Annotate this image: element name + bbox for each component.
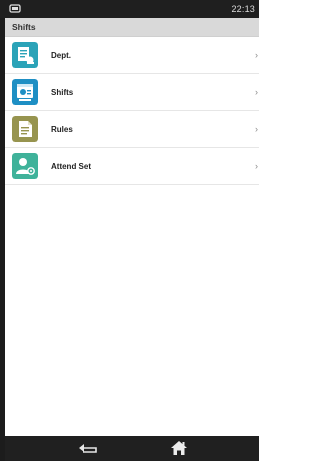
navigation-bar — [5, 436, 259, 461]
menu-item-rules[interactable]: Rules › — [5, 111, 259, 148]
chevron-right-icon: › — [255, 124, 258, 134]
home-icon[interactable] — [170, 440, 188, 456]
chevron-right-icon: › — [255, 161, 258, 171]
menu-list: Dept. › Shifts › Rules › Attend Set › — [5, 37, 259, 436]
menu-item-label: Attend Set — [51, 162, 91, 171]
attendance-settings-icon — [12, 153, 38, 179]
title-bar: Shifts — [5, 18, 259, 37]
device-screen: 22:13 Shifts Dept. › Shifts › Rules › At… — [0, 0, 259, 461]
rules-document-icon — [12, 116, 38, 142]
menu-item-dept[interactable]: Dept. › — [5, 37, 259, 74]
status-clock: 22:13 — [231, 4, 255, 14]
notification-app-icon — [9, 4, 21, 13]
chevron-right-icon: › — [255, 87, 258, 97]
page-title: Shifts — [12, 22, 36, 32]
back-arrow-icon[interactable] — [75, 441, 101, 456]
menu-item-shifts[interactable]: Shifts › — [5, 74, 259, 111]
menu-item-label: Rules — [51, 125, 73, 134]
department-icon — [12, 42, 38, 68]
shift-schedule-icon — [12, 79, 38, 105]
chevron-right-icon: › — [255, 50, 258, 60]
status-bar: 22:13 — [0, 0, 259, 18]
menu-item-label: Dept. — [51, 51, 71, 60]
menu-item-attend-set[interactable]: Attend Set › — [5, 148, 259, 185]
menu-item-label: Shifts — [51, 88, 74, 97]
